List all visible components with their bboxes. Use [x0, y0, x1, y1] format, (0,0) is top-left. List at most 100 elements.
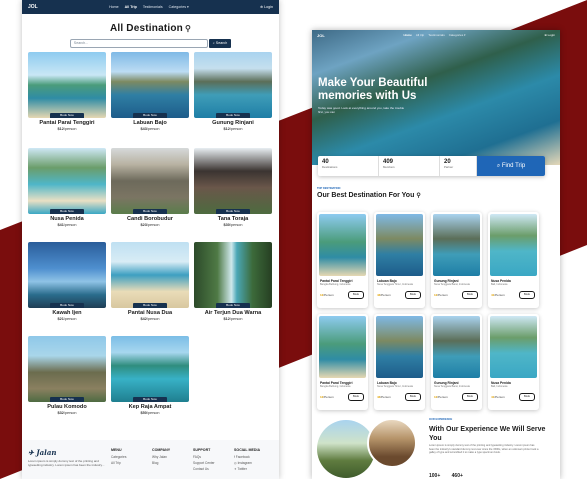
footer-brand[interactable]: ✈ Jalan [28, 448, 56, 457]
nav-link-testimonials[interactable]: Testimonials [428, 33, 445, 37]
footer-brand-text: Jalan [36, 448, 57, 457]
destination-image [376, 316, 423, 378]
price-unit: /person [63, 317, 77, 321]
search-input[interactable]: Search... [69, 39, 208, 48]
book-now-button[interactable]: Book Now [50, 303, 84, 308]
logo[interactable]: JOL [317, 33, 325, 38]
price-unit: /Person [380, 293, 391, 297]
book-button[interactable]: Book [348, 291, 364, 299]
book-now-button[interactable]: Book Now [133, 397, 167, 402]
footer-col-heading: SUPPORT [193, 448, 211, 452]
facebook-link[interactable]: f Facebook [234, 455, 260, 459]
nav-link-home[interactable]: Home [404, 33, 412, 37]
book-now-button[interactable]: Book Now [216, 303, 250, 308]
price-unit: /Person [494, 395, 505, 399]
footer-link[interactable]: FAQs [193, 455, 215, 459]
book-now-button[interactable]: Book Now [216, 113, 250, 118]
nav-link-categories[interactable]: Categories ▾ [169, 5, 189, 9]
destination-image: Book Now [111, 336, 189, 402]
book-button[interactable]: Book [405, 291, 421, 299]
footer-link[interactable]: Blog [152, 461, 170, 465]
price-unit: /person [146, 411, 160, 415]
all-destination-page: JOL Home All Trip Testimonials Categorie… [22, 0, 279, 479]
destination-image: Book Now [111, 242, 189, 308]
book-now-button[interactable]: Book Now [50, 209, 84, 214]
footer-link[interactable]: Why Jalan [152, 455, 170, 459]
destination-card[interactable]: Labuan Bajo Nusa Tenggara Timur, Indones… [374, 212, 425, 308]
price-unit: /person [146, 317, 160, 321]
destination-price: 12/Person [320, 293, 334, 297]
destination-card[interactable]: Book Now Labuan Bajo $43/person [111, 52, 189, 131]
destination-location: Bali, Indonesia [491, 283, 508, 286]
destination-name: Nusa Penida [50, 216, 84, 222]
price-unit: /person [229, 127, 243, 131]
experience-tag: OUR EXPERIENCE [429, 418, 453, 421]
book-button[interactable]: Book [462, 291, 478, 299]
nav-links: Home All trip Testimonials Categories ▾ [404, 33, 466, 37]
nav-link-home[interactable]: Home [109, 5, 119, 9]
destination-card[interactable]: Book Now Kawah Ijen $21/person [28, 242, 106, 321]
book-button[interactable]: Book [519, 393, 535, 401]
footer-col-social: SOCIAL MEDIA f Facebook ◎ Instagram ✦ Tw… [234, 448, 260, 473]
destination-card[interactable]: Nusa Penida Bali, Indonesia 41/Person Bo… [488, 314, 539, 410]
footer-link[interactable]: All Trip [111, 461, 126, 465]
find-trip-button[interactable]: ⌕ Find Trip [477, 156, 545, 176]
nav-link-all-trip[interactable]: All Trip [125, 5, 137, 9]
nav-link-testimonials[interactable]: Testimonials [143, 5, 163, 9]
login-link[interactable]: ⊕ Login [544, 33, 555, 37]
destination-card[interactable]: Book Now Gunung Rinjani $12/person [194, 52, 272, 131]
destination-card[interactable]: Nusa Penida Bali, Indonesia 41/Person Bo… [488, 212, 539, 308]
destination-name: Pulau Komodo [47, 404, 87, 410]
book-now-button[interactable]: Book Now [133, 113, 167, 118]
book-button[interactable]: Book [519, 291, 535, 299]
map-pin-icon: ⚲ [184, 24, 192, 33]
destination-card[interactable]: Book Now Candi Borobudur $23/person [111, 148, 189, 227]
book-button[interactable]: Book [462, 393, 478, 401]
book-now-button[interactable]: Book Now [50, 113, 84, 118]
experience-numbers: 100+ 460+ [429, 473, 463, 479]
nav-link-all-trip[interactable]: All trip [416, 33, 424, 37]
top-navbar: JOL Home All trip Testimonials Categorie… [312, 30, 560, 40]
destination-card[interactable]: Pantai Parai Tenggiri Bangka Belitung, I… [317, 212, 368, 308]
logo[interactable]: JOL [28, 4, 38, 10]
book-button[interactable]: Book [348, 393, 364, 401]
destination-card[interactable]: Book Now Pantai Parai Tenggiri $12/perso… [28, 52, 106, 131]
stat-partner: 20 Partner [440, 156, 477, 176]
price-unit: /Person [323, 293, 334, 297]
destination-card[interactable]: Gunung Rinjani Nusa Tenggara Barat, Indo… [431, 314, 482, 410]
instagram-link[interactable]: ◎ Instagram [234, 461, 260, 465]
price-unit: /Person [323, 395, 334, 399]
nav-link-categories[interactable]: Categories ▾ [449, 33, 466, 37]
destination-price: $50/person [111, 411, 189, 415]
destination-image [490, 316, 537, 378]
book-now-button[interactable]: Book Now [133, 209, 167, 214]
destination-card[interactable]: Pantai Parai Tenggiri Bangka Belitung, I… [317, 314, 368, 410]
destination-card[interactable]: Gunung Rinjani Nusa Tenggara Barat, Indo… [431, 212, 482, 308]
book-now-button[interactable]: Book Now [216, 209, 250, 214]
destination-card[interactable]: Book Now Pantai Nusa Dua $42/person [111, 242, 189, 321]
book-button[interactable]: Book [405, 393, 421, 401]
destination-card[interactable]: Book Now Tana Toraja $30/person [194, 148, 272, 227]
footer-col-menu: MENU Categories All Trip [111, 448, 126, 467]
price-unit: /Person [494, 293, 505, 297]
destination-card[interactable]: Book Now Kep Raja Ampat $50/person [111, 336, 189, 415]
book-now-button[interactable]: Book Now [50, 397, 84, 402]
destination-card[interactable]: Book Now Air Terjun Dua Warna $12/person [194, 242, 272, 321]
book-now-button[interactable]: Book Now [133, 303, 167, 308]
price-unit: /person [63, 411, 77, 415]
destination-image [319, 316, 366, 378]
footer-link[interactable]: Categories [111, 455, 126, 459]
footer-link[interactable]: Support Center [193, 461, 215, 465]
footer-link[interactable]: Contact Us [193, 467, 215, 471]
twitter-link[interactable]: ✦ Twitter [234, 467, 260, 471]
experience-photo-secondary [367, 418, 417, 468]
destination-card[interactable]: Book Now Nusa Penida $41/person [28, 148, 106, 227]
destination-card[interactable]: Labuan Bajo Nusa Tenggara Timur, Indones… [374, 314, 425, 410]
destination-name: Pantai Nusa Dua [127, 310, 173, 316]
search-button[interactable]: ⌕ Search [208, 39, 232, 48]
destination-image [376, 214, 423, 276]
login-link[interactable]: ⊕ Login [260, 5, 273, 9]
destination-card[interactable]: Book Now Pulau Komodo $32/person [28, 336, 106, 415]
destination-image: Book Now [111, 52, 189, 118]
destination-name: Labuan Bajo [133, 120, 167, 126]
